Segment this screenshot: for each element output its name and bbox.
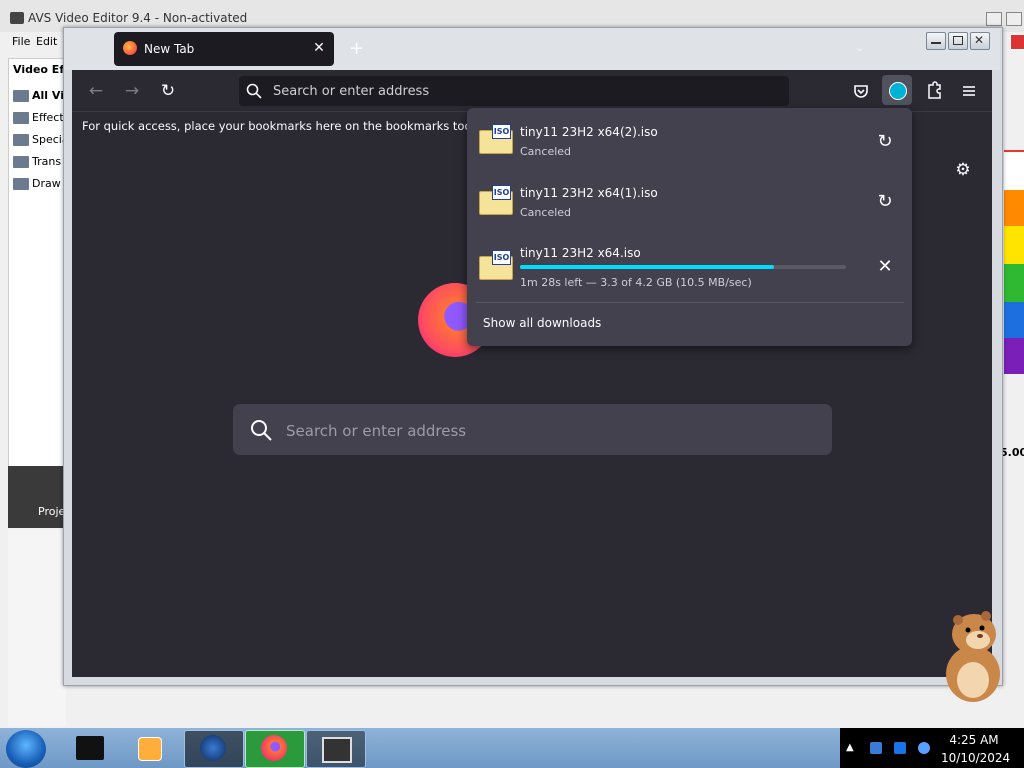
downloads-button[interactable]: [882, 75, 912, 105]
download-name[interactable]: tiny11 23H2 x64(2).iso: [520, 125, 658, 139]
volume-icon[interactable]: [918, 742, 930, 754]
avs-close-small-button[interactable]: [1006, 12, 1022, 26]
taskbar-app-firefox[interactable]: [245, 730, 305, 768]
avs-project-label[interactable]: Proje: [38, 505, 65, 518]
taskbar-app-browser-globe[interactable]: [184, 730, 244, 768]
cancel-download-icon[interactable]: ✕: [874, 256, 896, 278]
avs-menu-bar: File Edit: [0, 32, 64, 54]
preview-strip-yellow: [1004, 226, 1024, 264]
iso-file-icon: ISO: [479, 124, 513, 154]
forward-button[interactable]: →: [121, 80, 143, 102]
bookmarks-hint: For quick access, place your bookmarks h…: [82, 119, 510, 133]
media-player-icon: [138, 737, 162, 761]
folder-icon: [13, 134, 29, 146]
folder-icon: [13, 178, 29, 190]
avs-menu-file[interactable]: File: [12, 35, 30, 48]
download-status: 1m 28s left — 3.3 of 4.2 GB (10.5 MB/sec…: [520, 276, 752, 289]
download-name[interactable]: tiny11 23H2 x64.iso: [520, 246, 641, 260]
taskbar-app-cmd[interactable]: [62, 730, 120, 766]
folder-icon: [13, 112, 29, 124]
globe-icon: [200, 735, 226, 761]
preview-strip-green: [1004, 264, 1024, 302]
clock-date[interactable]: 10/10/2024: [941, 751, 1010, 765]
folder-icon: [13, 90, 29, 102]
taskbar-app-media[interactable]: [122, 730, 180, 766]
terminal-icon: [76, 736, 104, 760]
avs-tree-item-effects[interactable]: Effect: [13, 111, 65, 129]
download-progress-fill: [520, 265, 775, 269]
avs-tree-item-draw[interactable]: Draw: [13, 177, 65, 195]
content-search-icon: [251, 420, 272, 441]
panel-divider: [476, 302, 904, 303]
retry-icon[interactable]: ↻: [874, 191, 896, 213]
close-button[interactable]: ✕: [970, 32, 990, 50]
avs-restore-button[interactable]: [986, 12, 1002, 26]
avs-timeline-strip: [8, 530, 66, 726]
content-search-placeholder: Search or enter address: [286, 422, 467, 440]
firefox-icon: [261, 735, 287, 761]
avs-tree-item-transitions[interactable]: Trans: [13, 155, 65, 173]
download-name[interactable]: tiny11 23H2 x64(1).iso: [520, 186, 658, 200]
start-button[interactable]: [6, 730, 46, 768]
tab-title: New Tab: [144, 42, 195, 56]
tab-close-icon[interactable]: ✕: [312, 40, 326, 56]
download-progress-bar: [520, 265, 846, 269]
new-tab-button[interactable]: +: [349, 38, 365, 60]
reload-button[interactable]: ↻: [157, 80, 179, 102]
maximize-icon: [953, 36, 963, 45]
downloads-panel: [467, 108, 912, 346]
taskbar-app-avs[interactable]: [306, 730, 366, 768]
preview-strip-blue: [1004, 302, 1024, 338]
avs-menu-edit[interactable]: Edit: [36, 35, 57, 48]
avs-tree-item-all[interactable]: All Vi: [13, 89, 65, 107]
avs-project-area: [8, 466, 66, 528]
avs-panel-header: Video Ef: [13, 63, 65, 76]
preview-strip-white: [1004, 150, 1024, 192]
avs-close-button[interactable]: [1010, 34, 1024, 50]
tray-expand-icon[interactable]: ▲: [846, 742, 854, 753]
avs-window-title: AVS Video Editor 9.4 - Non-activated: [28, 11, 248, 25]
gear-icon[interactable]: ⚙: [952, 160, 974, 182]
retry-icon[interactable]: ↻: [874, 131, 896, 153]
hamster-sticker-image: [946, 611, 1000, 702]
menu-icon[interactable]: [957, 79, 981, 103]
iso-file-icon: ISO: [479, 185, 513, 215]
show-all-downloads-button[interactable]: Show all downloads: [483, 316, 601, 330]
tray-app-icon[interactable]: [870, 742, 882, 754]
pocket-icon[interactable]: [849, 79, 873, 103]
iso-file-icon: ISO: [479, 250, 513, 280]
downloads-icon: [889, 82, 907, 100]
list-all-tabs-button[interactable]: ⌄: [855, 41, 864, 54]
avs-preview-number: 5.00: [1000, 446, 1024, 459]
search-icon: [246, 83, 262, 99]
preview-strip-purple: [1004, 338, 1024, 374]
avs-tree-item-special[interactable]: Specia: [13, 133, 65, 151]
maximize-button[interactable]: [948, 32, 968, 50]
network-icon[interactable]: [894, 742, 906, 754]
download-status: Canceled: [520, 206, 572, 219]
url-bar-placeholder: Search or enter address: [273, 84, 430, 99]
folder-icon: [13, 156, 29, 168]
close-icon: ✕: [974, 33, 985, 47]
avs-app-icon: [10, 12, 24, 24]
firefox-tab-icon: [123, 41, 137, 55]
extensions-icon[interactable]: [922, 79, 946, 103]
avs-effects-panel: Video Ef All Vi Effect Specia Trans Draw: [8, 58, 68, 470]
minimize-icon: [931, 42, 941, 44]
minimize-button[interactable]: [926, 32, 946, 50]
film-icon: [322, 737, 352, 763]
back-button[interactable]: ←: [85, 80, 107, 102]
download-status: Canceled: [520, 145, 572, 158]
clock-time[interactable]: 4:25 AM: [948, 733, 1000, 747]
preview-strip-orange: [1004, 190, 1024, 226]
